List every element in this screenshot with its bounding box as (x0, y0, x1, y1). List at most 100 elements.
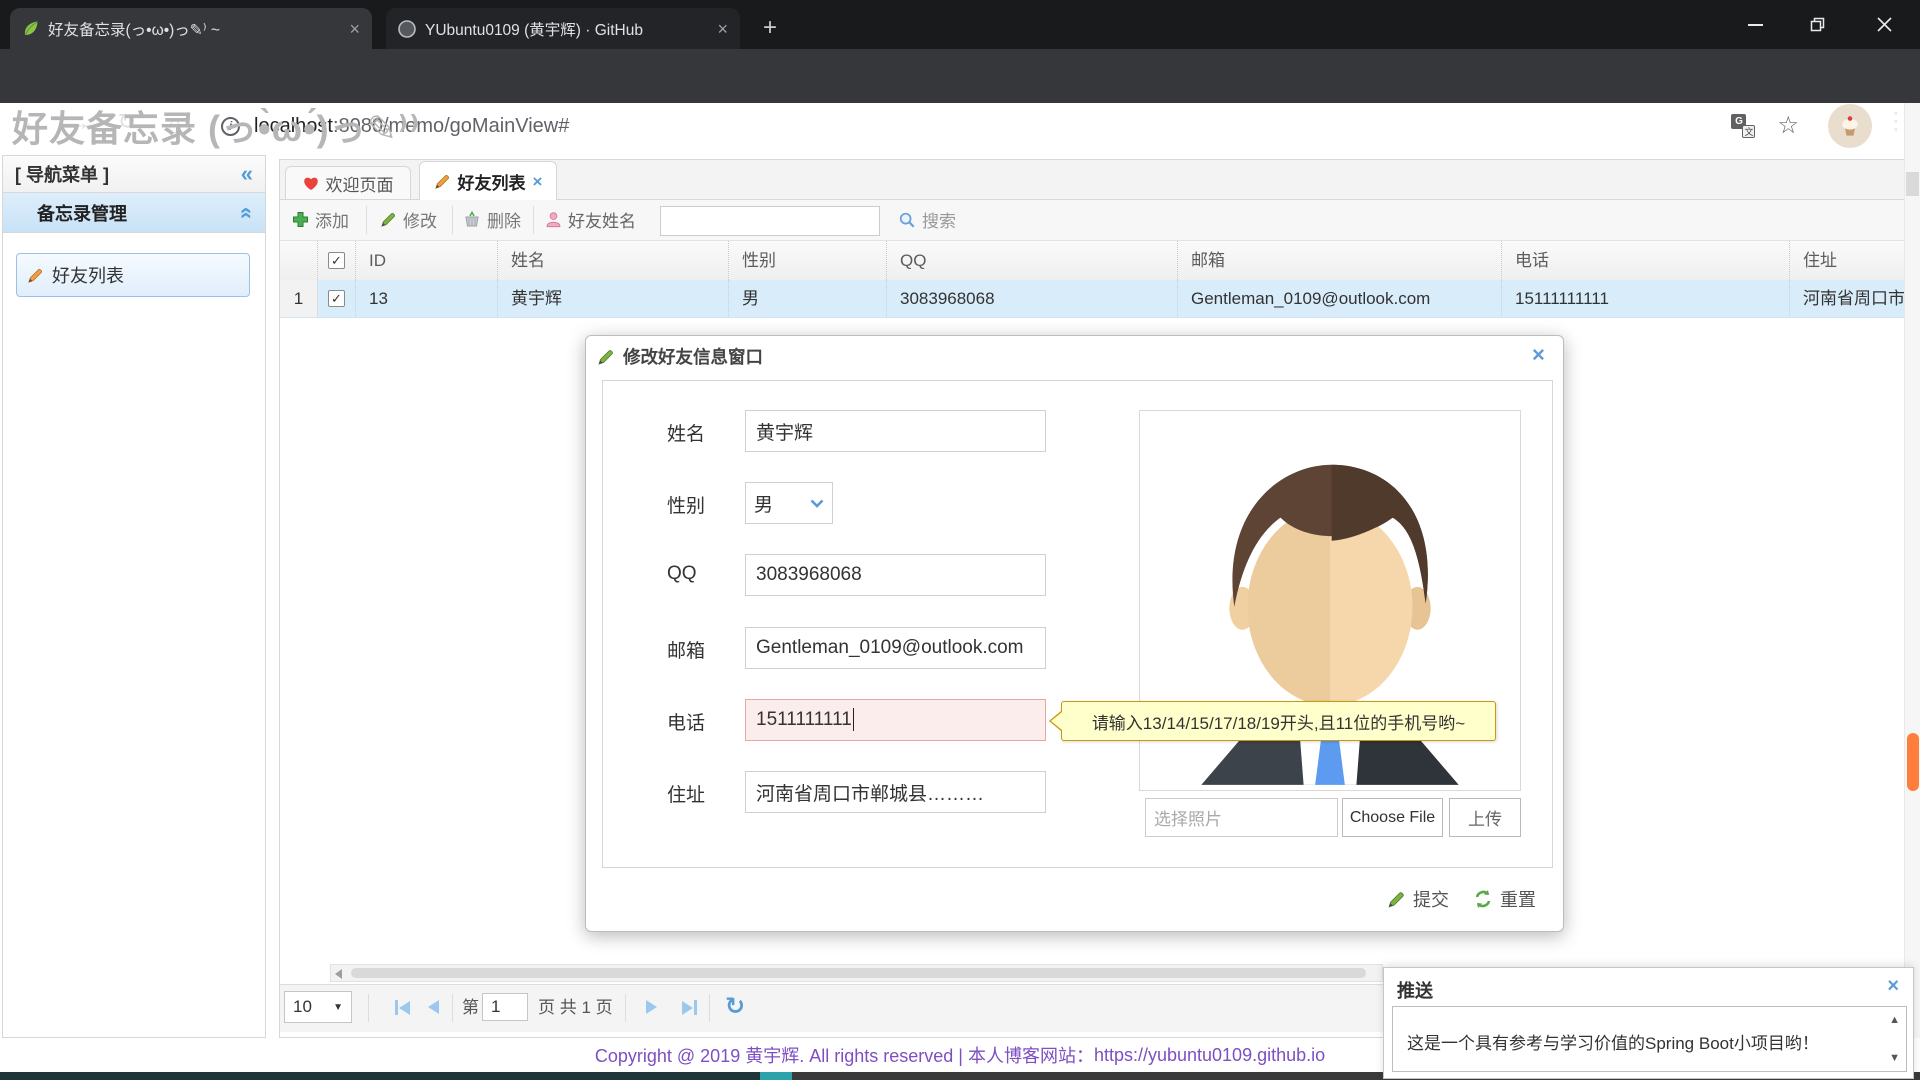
pager-separator (625, 994, 626, 1022)
bookmark-star-icon[interactable]: ☆ (1777, 114, 1799, 138)
friend-name-search-input[interactable] (660, 206, 880, 236)
last-page-button[interactable] (682, 1000, 697, 1015)
sidebar-item-friend-list[interactable]: 好友列表 (16, 253, 250, 297)
close-window-button[interactable] (1848, 0, 1920, 49)
tab-close-icon[interactable]: × (717, 20, 728, 38)
header-cell-id[interactable]: ID (356, 241, 498, 280)
sidebar-collapse-icon[interactable]: « (241, 163, 253, 185)
name-field[interactable] (745, 410, 1046, 452)
search-button[interactable]: 搜索 (898, 207, 956, 232)
first-page-icon (395, 1000, 398, 1015)
accordion-header-memo[interactable]: 备忘录管理 « (2, 193, 266, 233)
pencil-icon (380, 211, 397, 228)
header-cell-qq[interactable]: QQ (887, 241, 1178, 280)
upload-button[interactable]: 上传 (1449, 798, 1521, 837)
first-page-button[interactable] (395, 1000, 410, 1015)
profile-avatar[interactable] (1828, 104, 1872, 148)
sidebar-header-label: [ 导航菜单 ] (15, 161, 109, 187)
row-cell-email[interactable]: Gentleman_0109@outlook.com (1178, 280, 1502, 318)
modal-close-icon[interactable]: × (1532, 344, 1545, 366)
prev-page-icon (428, 1000, 439, 1014)
email-label: 邮箱 (667, 636, 737, 663)
page-v-scrollbar[interactable] (1904, 103, 1920, 1073)
scroll-left-icon[interactable] (335, 969, 342, 979)
grid-h-scrollbar[interactable] (330, 964, 1383, 982)
search-icon (898, 211, 916, 229)
photo-filename-box[interactable]: 选择照片 (1145, 798, 1338, 837)
row-cell-id[interactable]: 13 (356, 280, 498, 318)
qq-field[interactable] (745, 554, 1046, 596)
pager-separator (709, 994, 710, 1022)
row-cell-qq[interactable]: 3083968068 (887, 280, 1178, 318)
h-scrollbar-thumb[interactable] (351, 968, 1366, 978)
modal-header: 修改好友信息窗口 (597, 344, 763, 369)
qq-label: QQ (667, 563, 737, 585)
text-caret (853, 708, 855, 731)
reset-button[interactable]: 重置 (1473, 886, 1536, 912)
scroll-down-icon[interactable]: ▼ (1889, 1052, 1900, 1064)
prev-page-button[interactable] (428, 1000, 439, 1014)
address-label: 住址 (667, 780, 737, 807)
accordion-collapse-icon[interactable]: « (236, 206, 258, 218)
choose-file-button[interactable]: Choose File (1342, 798, 1443, 837)
page-size-select[interactable]: 10 ▼ (284, 991, 352, 1023)
tab-close-icon[interactable]: × (533, 173, 543, 190)
submit-button[interactable]: 提交 (1387, 886, 1449, 912)
page-number-input[interactable] (482, 993, 528, 1021)
tab-welcome[interactable]: 欢迎页面 (285, 166, 411, 200)
push-message-box: 这是一个具有参考与学习价值的Spring Boot小项目哟！ ▲ ▼ (1392, 1006, 1907, 1072)
gender-select[interactable]: 男 (745, 482, 833, 524)
new-tab-button[interactable]: + (752, 10, 788, 46)
friend-name-label: 好友姓名 (568, 207, 636, 232)
pager-separator (452, 994, 453, 1022)
browser-tab-memo[interactable]: 好友备忘录(っ•ω•)っ✎⁾ ~ × (10, 8, 372, 49)
tab-close-icon[interactable]: × (349, 20, 360, 38)
pager-separator (368, 994, 369, 1022)
edit-label: 修改 (403, 207, 437, 232)
tab-friend-list[interactable]: 好友列表 × (419, 161, 557, 201)
chevron-down-icon (810, 499, 824, 508)
page-title: 好友备忘录 (っ•̀ω•́)っ✎⁾⁾ (12, 100, 421, 152)
toolbar-separator (366, 206, 367, 234)
minimize-button[interactable] (1724, 0, 1786, 49)
row-cell-phone[interactable]: 15111111111 (1502, 280, 1790, 318)
header-cell-name[interactable]: 姓名 (498, 241, 729, 280)
phone-validation-tooltip: 请输入13/14/15/17/18/19开头,且11位的手机号哟~ (1061, 701, 1496, 741)
header-cell-gender[interactable]: 性别 (729, 241, 887, 280)
push-close-icon[interactable]: × (1887, 976, 1899, 996)
edit-button[interactable]: 修改 (380, 207, 437, 232)
tab-title: YUbuntu0109 (黄宇辉) · GitHub (425, 18, 708, 40)
v-scrollbar-orange-thumb[interactable] (1907, 733, 1919, 791)
delete-button[interactable]: 删除 (463, 207, 521, 232)
row-checkbox[interactable]: ✓ (328, 290, 345, 307)
translate-icon[interactable]: G 文 (1731, 114, 1755, 138)
refresh-button[interactable]: ↻ (725, 984, 745, 1030)
email-field[interactable] (745, 627, 1046, 669)
pencil-icon (597, 348, 615, 366)
toolbar-separator (533, 206, 534, 234)
address-field[interactable] (745, 771, 1046, 813)
select-all-checkbox[interactable]: ✓ (328, 252, 345, 269)
gender-label: 性别 (667, 491, 737, 518)
heart-icon (303, 176, 319, 191)
browser-tab-github[interactable]: YUbuntu0109 (黄宇辉) · GitHub × (386, 8, 740, 49)
row-cell-address[interactable]: 河南省周口市郸城县……… (1790, 280, 1904, 318)
row-cell-name[interactable]: 黄宇辉 (498, 280, 729, 318)
scroll-up-icon[interactable]: ▲ (1889, 1014, 1900, 1026)
search-label: 搜索 (922, 207, 956, 232)
add-button[interactable]: 添加 (292, 207, 349, 232)
row-checkbox-cell: ✓ (318, 280, 356, 318)
header-cell-email[interactable]: 邮箱 (1178, 241, 1502, 280)
sidebar-header: [ 导航菜单 ] « (2, 155, 266, 193)
blog-link[interactable]: https://yubuntu0109.github.io (1094, 1045, 1325, 1066)
header-cell-address[interactable]: 住址 (1790, 241, 1904, 280)
phone-field[interactable]: 1511111111 (745, 699, 1046, 741)
next-page-icon (646, 1000, 657, 1014)
v-scrollbar-top-thumb[interactable] (1906, 172, 1919, 196)
restore-button[interactable] (1786, 0, 1848, 49)
url-bar[interactable]: i localhost:8080/memo/goMainView# G 文 ☆ (205, 107, 1815, 145)
row-cell-gender[interactable]: 男 (729, 280, 887, 318)
header-cell-phone[interactable]: 电话 (1502, 241, 1790, 280)
friend-name-label-group: 好友姓名 (545, 207, 636, 232)
next-page-button[interactable] (646, 1000, 657, 1014)
